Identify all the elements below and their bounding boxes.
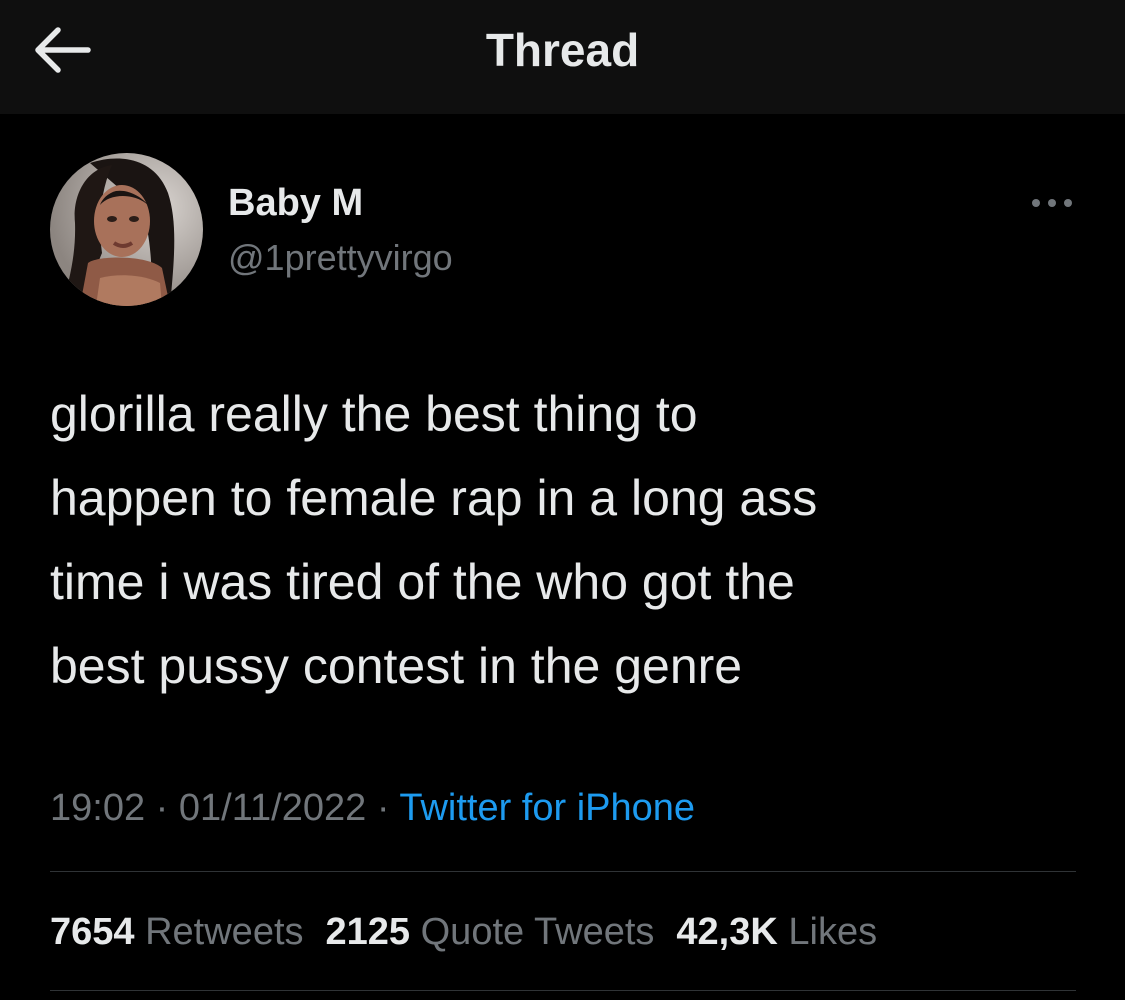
top-bar: Thread xyxy=(0,0,1125,114)
retweets-stat[interactable]: 7654 Retweets xyxy=(50,911,304,953)
quote-tweets-stat[interactable]: 2125 Quote Tweets xyxy=(326,911,655,953)
display-name[interactable]: Baby M xyxy=(228,180,363,226)
tweet-text: glorilla really the best thing to happen… xyxy=(50,386,818,694)
quote-tweets-count: 2125 xyxy=(325,911,411,953)
retweets-count: 7654 xyxy=(50,911,135,953)
tweet-time[interactable]: 19:02 xyxy=(50,787,145,829)
tweet-date[interactable]: 01/11/2022 xyxy=(179,787,366,829)
tweet-source-link[interactable]: Twitter for iPhone xyxy=(399,787,695,829)
meta-separator: · xyxy=(155,787,169,829)
more-options-button[interactable] xyxy=(1028,188,1076,218)
likes-stat[interactable]: 42,3K Likes xyxy=(676,911,877,953)
tweet-stats: 7654 Retweets 2125 Quote Tweets 42,3K Like… xyxy=(50,906,899,958)
divider xyxy=(50,990,1076,991)
tweet-metadata: 19:02 · 01/11/2022 · Twitter for iPhone xyxy=(50,783,695,833)
user-handle[interactable]: @1prettyvirgo xyxy=(228,236,453,280)
divider xyxy=(50,871,1076,872)
likes-count: 42,3K xyxy=(676,911,778,953)
meta-separator: · xyxy=(376,787,390,829)
avatar[interactable] xyxy=(50,153,203,306)
more-horizontal-icon xyxy=(1032,199,1072,207)
quote-tweets-label: Quote Tweets xyxy=(420,911,655,953)
likes-label: Likes xyxy=(788,911,878,953)
retweets-label: Retweets xyxy=(145,911,304,953)
page-title: Thread xyxy=(485,24,640,76)
